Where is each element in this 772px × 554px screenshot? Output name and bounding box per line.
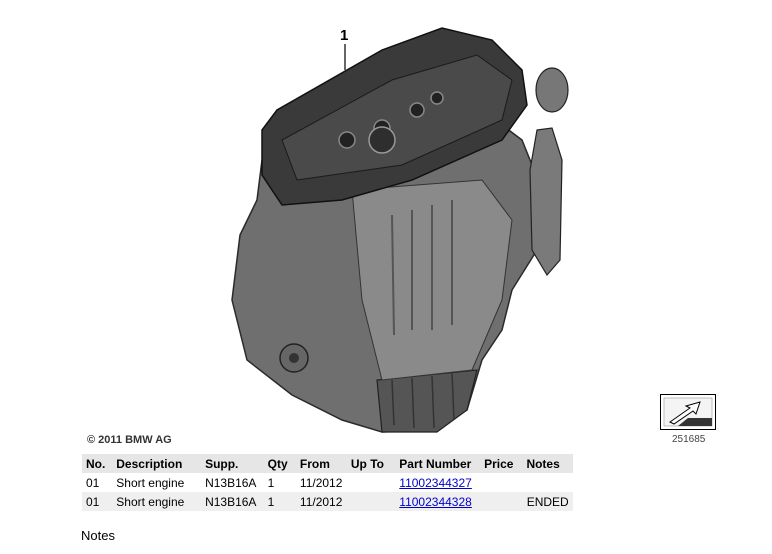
cell-price [480,473,523,492]
cell-notes: ENDED [522,492,573,511]
header-no: No. [82,454,113,473]
header-from: From [295,454,347,473]
cell-qty: 1 [263,492,296,511]
cell-no: 01 [82,492,113,511]
part-number-link[interactable]: 11002344328 [399,495,472,509]
copyright-text: © 2011 BMW AG [87,434,172,446]
header-notes: Notes [522,454,573,473]
table-row: 01 Short engine N13B16A 1 11/2012 110023… [82,473,573,492]
header-part-number: Part Number [395,454,481,473]
header-price: Price [480,454,523,473]
cell-supp: N13B16A [201,473,264,492]
callout-number: 1 [340,27,348,44]
cell-no: 01 [82,473,113,492]
cell-supp: N13B16A [201,492,264,511]
part-number-link[interactable]: 11002344327 [399,476,472,490]
header-up-to: Up To [346,454,396,473]
diagram-thumbnail-icon[interactable] [660,394,716,430]
header-qty: Qty [263,454,296,473]
table-header-row: No. Description Supp. Qty From Up To Par… [82,454,573,473]
header-description: Description [112,454,202,473]
diagram-number: 251685 [672,434,706,445]
parts-table: No. Description Supp. Qty From Up To Par… [82,454,573,511]
cell-description: Short engine [112,492,202,511]
engine-diagram: 1 [231,27,569,433]
cell-price [480,492,523,511]
cell-notes [522,473,573,492]
cell-part-number: 11002344328 [395,492,481,511]
cell-from: 11/2012 [295,492,347,511]
cell-up-to [346,492,396,511]
header-supp: Supp. [201,454,264,473]
notes-heading: Notes [81,528,115,543]
cell-qty: 1 [263,473,296,492]
cell-part-number: 11002344327 [395,473,481,492]
table-row: 01 Short engine N13B16A 1 11/2012 110023… [82,492,573,511]
cell-up-to [346,473,396,492]
cell-description: Short engine [112,473,202,492]
cell-from: 11/2012 [295,473,347,492]
engine-illustration [231,27,569,433]
